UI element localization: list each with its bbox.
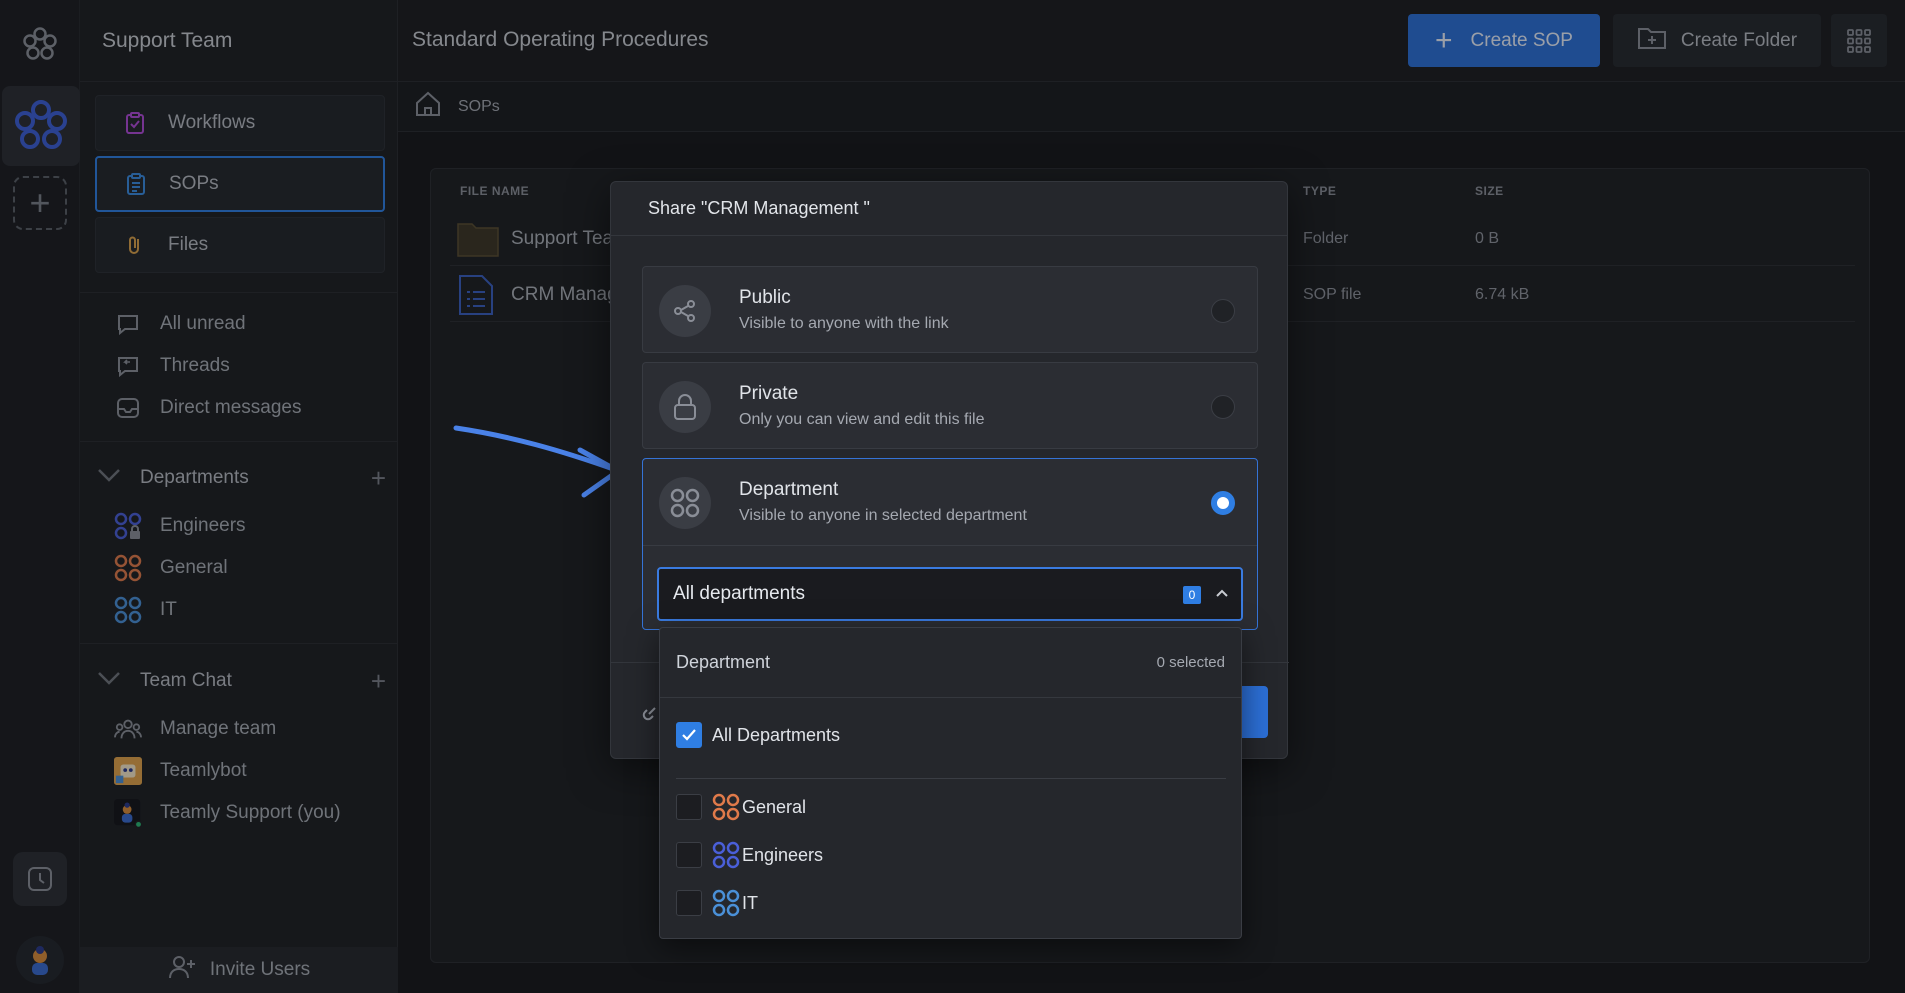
department-icon xyxy=(712,793,740,821)
divider xyxy=(676,778,1226,779)
checkbox-engineers[interactable] xyxy=(676,842,702,868)
share-option-department[interactable]: Department Visible to anyone in selected… xyxy=(642,458,1258,630)
dropdown-option-general[interactable]: General xyxy=(676,792,1226,822)
option-label: Engineers xyxy=(742,844,824,865)
lock-icon xyxy=(659,381,711,433)
dropdown-option-engineers[interactable]: Engineers xyxy=(676,840,1226,870)
share-icon xyxy=(659,285,711,337)
department-icon xyxy=(712,889,740,917)
option-description: Visible to anyone with the link xyxy=(739,315,949,332)
chevron-up-icon[interactable] xyxy=(1215,585,1229,607)
checkbox-all-departments[interactable] xyxy=(676,722,702,748)
selected-count-badge: 0 xyxy=(1183,586,1201,604)
selected-count: 0 selected xyxy=(1156,654,1225,671)
option-description: Visible to anyone in selected department xyxy=(739,507,1027,524)
share-option-private[interactable]: Private Only you can view and edit this … xyxy=(642,362,1258,449)
option-description: Only you can view and edit this file xyxy=(739,411,985,428)
checkbox-it[interactable] xyxy=(676,890,702,916)
option-label: IT xyxy=(742,892,758,913)
radio-private[interactable] xyxy=(1211,395,1235,419)
share-option-public[interactable]: Public Visible to anyone with the link xyxy=(642,266,1258,353)
divider xyxy=(643,545,1257,546)
option-title: Department xyxy=(739,479,839,500)
option-label: All Departments xyxy=(712,724,841,745)
annotation-arrow-icon xyxy=(453,425,621,498)
option-label: General xyxy=(742,796,807,817)
radio-department[interactable] xyxy=(1211,491,1235,515)
option-title: Public xyxy=(739,287,791,308)
department-icon xyxy=(712,841,740,869)
dropdown-title: Department xyxy=(676,652,771,672)
department-select[interactable]: All departments 0 xyxy=(657,567,1243,621)
department-icon xyxy=(659,477,711,529)
department-dropdown-menu: Department 0 selected All Departments Ge… xyxy=(659,627,1242,939)
radio-public[interactable] xyxy=(1211,299,1235,323)
dropdown-option-it[interactable]: IT xyxy=(676,888,1226,918)
link-icon[interactable] xyxy=(641,700,661,727)
dialog-title: Share "CRM Management " xyxy=(611,182,1287,236)
checkbox-general[interactable] xyxy=(676,794,702,820)
option-title: Private xyxy=(739,383,799,404)
dropdown-option-all[interactable]: All Departments xyxy=(676,720,1226,750)
check-icon xyxy=(682,729,696,741)
dropdown-header: Department 0 selected xyxy=(660,628,1241,698)
department-select-value: All departments xyxy=(673,583,806,604)
